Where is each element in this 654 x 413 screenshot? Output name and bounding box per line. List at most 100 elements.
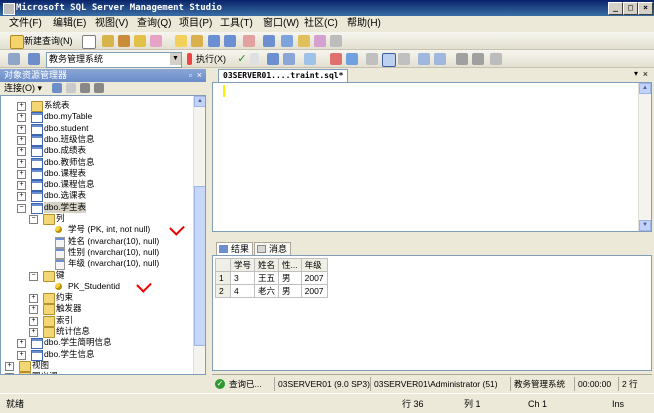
expand-icon[interactable]: + bbox=[29, 316, 38, 326]
grid-cell[interactable]: 老六 bbox=[254, 284, 280, 298]
display-plan-icon[interactable] bbox=[267, 53, 279, 65]
expand-icon[interactable]: + bbox=[29, 294, 38, 304]
tree-node[interactable]: 学号 (PK, int, not null) bbox=[1, 224, 191, 235]
registered-servers-icon[interactable] bbox=[263, 35, 275, 47]
expand-icon[interactable]: + bbox=[29, 305, 38, 315]
results-grid[interactable]: 学号 姓名 性... 年级 1 3 王五 男 2007 2 4 老六 男 200… bbox=[215, 258, 328, 298]
tree-node[interactable]: + 约束 bbox=[1, 292, 191, 305]
tree-node[interactable]: + dbo.课程表 bbox=[1, 168, 191, 180]
parse-check-icon[interactable]: ✓ bbox=[236, 53, 248, 65]
save-icon[interactable] bbox=[208, 35, 220, 47]
grid-cell[interactable]: 男 bbox=[278, 271, 302, 285]
tree-node[interactable]: + dbo.student bbox=[1, 123, 191, 135]
grid-corner[interactable] bbox=[215, 258, 231, 272]
change-connection-icon[interactable] bbox=[28, 53, 40, 65]
expand-icon[interactable]: + bbox=[17, 102, 26, 111]
object-explorer-icon[interactable] bbox=[281, 35, 293, 47]
menu-file[interactable]: 文件(F) bbox=[8, 17, 43, 31]
expand-icon[interactable]: + bbox=[17, 192, 26, 202]
open-project-icon[interactable] bbox=[191, 35, 203, 47]
editor-vscroll[interactable]: ▲ ▼ bbox=[638, 83, 651, 231]
expand-icon[interactable]: + bbox=[17, 181, 26, 191]
expand-icon[interactable]: + bbox=[17, 169, 26, 179]
new-query-button[interactable]: 新建查询(N) bbox=[24, 35, 73, 47]
table-row[interactable]: 2 4 老六 男 2007 bbox=[215, 284, 328, 298]
grid-cell[interactable]: 2007 bbox=[300, 271, 328, 285]
properties-icon[interactable] bbox=[314, 35, 326, 47]
uncomment-icon[interactable] bbox=[434, 53, 446, 65]
tree-node[interactable]: + dbo.选课表 bbox=[1, 190, 191, 203]
tree-scrollbar[interactable]: ▲ bbox=[193, 96, 205, 374]
tree-node[interactable]: + 统计信息 bbox=[1, 326, 191, 338]
new-file-icon[interactable] bbox=[82, 35, 96, 49]
close-button[interactable]: × bbox=[638, 2, 653, 15]
column-header[interactable]: 年级 bbox=[300, 258, 328, 272]
expand-icon[interactable]: + bbox=[29, 328, 38, 337]
connect-dropdown[interactable]: 连接(O) ▾ bbox=[4, 83, 42, 94]
tree-node[interactable]: + dbo.教师信息 bbox=[1, 157, 191, 169]
query-options-icon[interactable] bbox=[304, 53, 316, 65]
grid-cell[interactable]: 3 bbox=[229, 271, 256, 285]
close-icon[interactable]: × bbox=[197, 69, 202, 82]
db-engine-query-icon[interactable] bbox=[102, 35, 114, 47]
grid-cell[interactable]: 男 bbox=[278, 284, 302, 298]
tree-node[interactable]: PK_Studentid bbox=[1, 281, 191, 292]
decrease-indent-icon[interactable] bbox=[456, 53, 468, 65]
expand-icon[interactable]: + bbox=[17, 158, 26, 168]
column-header[interactable]: 姓名 bbox=[254, 258, 280, 272]
connect-db-icon[interactable] bbox=[52, 83, 62, 93]
expand-icon[interactable]: + bbox=[17, 350, 26, 360]
sql-editor[interactable]: ▲ ▼ bbox=[212, 82, 652, 232]
tree-node[interactable]: + 触发器 bbox=[1, 303, 191, 316]
menu-view[interactable]: 视图(V) bbox=[94, 17, 129, 31]
collapse-icon[interactable]: − bbox=[17, 203, 26, 213]
grid-cell[interactable]: 4 bbox=[229, 284, 256, 298]
expand-icon[interactable]: + bbox=[17, 113, 26, 123]
tree-node[interactable]: + 索引 bbox=[1, 315, 191, 327]
template-explorer-icon[interactable] bbox=[298, 35, 310, 47]
grid-cell[interactable]: 王五 bbox=[254, 271, 280, 285]
print-icon[interactable] bbox=[243, 35, 255, 47]
expand-icon[interactable]: + bbox=[17, 147, 26, 157]
open-file-icon[interactable] bbox=[175, 35, 187, 47]
tab-query-file[interactable]: 03SERVER01....traint.sql* bbox=[218, 69, 349, 83]
column-header[interactable]: 学号 bbox=[229, 258, 256, 272]
connect-icon[interactable] bbox=[8, 53, 20, 65]
table-row[interactable]: 1 3 王五 男 2007 bbox=[215, 271, 328, 285]
menu-query[interactable]: 查询(Q) bbox=[136, 17, 172, 31]
tree-node[interactable]: + 系统表 bbox=[1, 100, 191, 112]
expand-icon[interactable]: + bbox=[17, 135, 26, 145]
menu-community[interactable]: 社区(C) bbox=[303, 17, 339, 31]
results-to-text-icon[interactable] bbox=[366, 53, 378, 65]
maximize-button[interactable]: □ bbox=[623, 2, 638, 15]
grid-cell[interactable]: 2007 bbox=[300, 284, 328, 298]
menu-project[interactable]: 项目(P) bbox=[178, 17, 213, 31]
tree-node[interactable]: + 同义词 bbox=[1, 371, 191, 374]
tree-node[interactable]: + dbo.myTable bbox=[1, 111, 191, 124]
row-number[interactable]: 2 bbox=[215, 284, 231, 298]
collapse-icon[interactable]: − bbox=[29, 215, 38, 224]
tree-node[interactable]: + 视图 bbox=[1, 360, 191, 372]
analysis-query-icon[interactable] bbox=[118, 35, 130, 47]
tree-node[interactable]: + dbo.学生信息 bbox=[1, 349, 191, 361]
collapse-icon[interactable]: − bbox=[29, 271, 38, 281]
scroll-down-icon[interactable]: ▼ bbox=[639, 220, 651, 231]
minimize-button[interactable]: _ bbox=[608, 2, 623, 15]
increase-indent-icon[interactable] bbox=[472, 53, 484, 65]
menu-help[interactable]: 帮助(H) bbox=[346, 17, 382, 31]
tab-list-icon[interactable]: ▾ bbox=[634, 69, 638, 78]
query-designer-icon[interactable] bbox=[283, 53, 295, 65]
row-number[interactable]: 1 bbox=[215, 271, 231, 285]
tree-node[interactable]: − 键 bbox=[1, 270, 191, 282]
expand-icon[interactable]: + bbox=[5, 361, 14, 371]
tree-node[interactable]: − dbo.学生表 bbox=[1, 201, 191, 214]
scroll-thumb[interactable] bbox=[194, 186, 205, 346]
tree-node[interactable]: + dbo.课程信息 bbox=[1, 179, 191, 192]
toolbar-more-icon-2[interactable] bbox=[490, 53, 502, 65]
pin-icon[interactable]: ▫ bbox=[189, 69, 192, 82]
tree-node[interactable]: + dbo.成绩表 bbox=[1, 145, 191, 158]
include-plan-icon[interactable] bbox=[330, 53, 342, 65]
tree-node[interactable]: 年级 (nvarchar(10), null) bbox=[1, 258, 191, 271]
scroll-up-icon[interactable]: ▲ bbox=[194, 96, 205, 107]
filter-icon[interactable] bbox=[94, 83, 104, 93]
